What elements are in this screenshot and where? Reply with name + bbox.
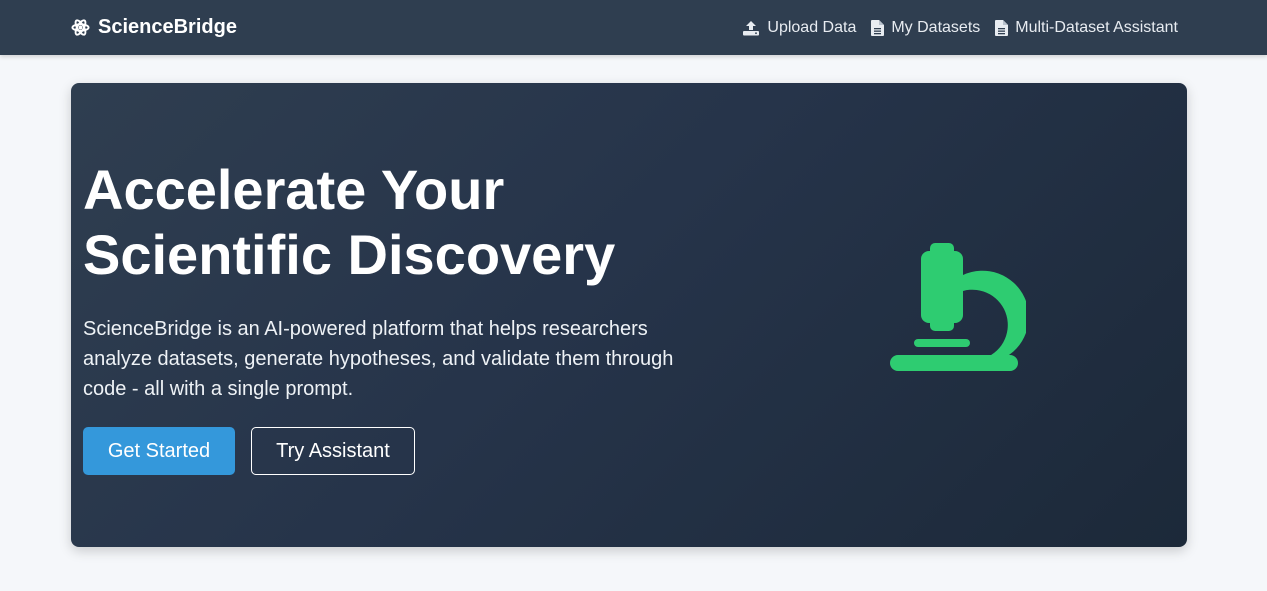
- brand-name: ScienceBridge: [98, 16, 237, 38]
- nav-multi-dataset-assistant-label: Multi-Dataset Assistant: [1015, 18, 1178, 36]
- upload-icon: [742, 20, 760, 36]
- nav-my-datasets[interactable]: My Datasets: [871, 19, 980, 37]
- try-assistant-button[interactable]: Try Assistant: [251, 427, 415, 475]
- hero-description-line-2: analyze datasets, generate hypotheses, a…: [83, 348, 674, 370]
- hero-section: Accelerate Your Scientific Discovery Sci…: [71, 83, 1187, 547]
- nav-upload-data[interactable]: Upload Data: [742, 19, 856, 37]
- nav-my-datasets-label: My Datasets: [891, 18, 981, 36]
- nav-upload-data-label: Upload Data: [767, 18, 857, 36]
- hero-description: ScienceBridge is an AI-powered platform …: [83, 314, 703, 404]
- file-icon: [871, 19, 885, 36]
- hero-title-line-2: Scientific Discovery: [83, 223, 616, 286]
- nav-links: Upload Data My Datasets Multi-Dataset As…: [742, 0, 1178, 55]
- nav-multi-dataset-assistant[interactable]: Multi-Dataset Assistant: [995, 19, 1178, 37]
- brand-link[interactable]: ScienceBridge: [71, 0, 237, 55]
- navbar: ScienceBridge Upload Data My Datasets Mu…: [0, 0, 1267, 55]
- get-started-button[interactable]: Get Started: [83, 427, 235, 475]
- hero-title: Accelerate Your Scientific Discovery: [83, 157, 703, 287]
- hero-title-line-1: Accelerate Your: [83, 158, 505, 221]
- microscope-icon: [886, 239, 1029, 379]
- atom-icon: [71, 18, 90, 37]
- file-icon: [995, 19, 1009, 36]
- hero-description-line-1: ScienceBridge is an AI-powered platform …: [83, 318, 648, 340]
- hero-description-line-3: code - all with a single prompt.: [83, 378, 354, 400]
